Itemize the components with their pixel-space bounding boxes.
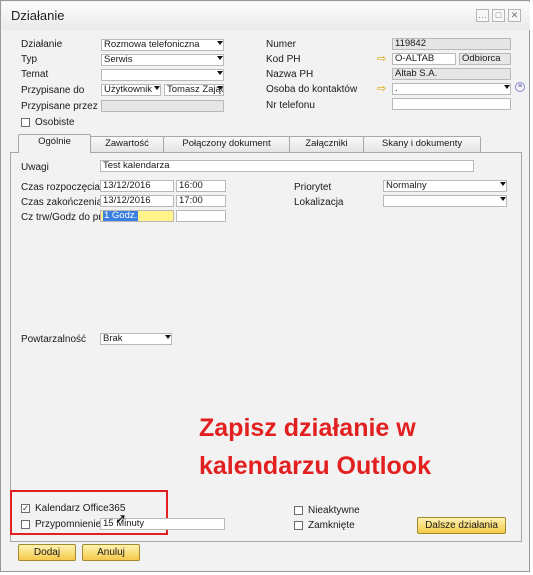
kalendarz-checkbox[interactable]: ✓ [21, 504, 30, 513]
przypisane-user-value: Tomasz Zając [164, 84, 224, 96]
osoba-value: . [392, 83, 511, 95]
numer-label: Numer [266, 39, 297, 50]
annotation-text: Zapisz działanie w kalendarzu Outlook [199, 409, 489, 485]
typ-select[interactable]: Serwis [101, 54, 224, 66]
tab-label: Ogólnie [38, 136, 71, 147]
chevron-down-icon [154, 86, 160, 90]
tab-polaczony-dokument[interactable]: Połączony dokument [163, 136, 290, 152]
przypomnienie-label: Przypomnienie [35, 519, 102, 530]
kod-ph-type: Odbiorca [459, 53, 511, 65]
kod-ph-field[interactable]: O-ALTAB [392, 53, 456, 65]
annotation-line-2: kalendarzu Outlook [199, 452, 431, 480]
tab-label: Skany i dokumenty [381, 138, 463, 149]
lokalizacja-value [383, 195, 507, 207]
uwagi-label: Uwagi [21, 162, 49, 173]
uwagi-field[interactable]: Test kalendarza [100, 160, 474, 172]
window-title: Działanie [11, 8, 65, 23]
lokalizacja-label: Lokalizacja [294, 197, 344, 208]
annotation-line-1: Zapisz działanie w [199, 414, 416, 442]
tab-label: Załączniki [305, 138, 348, 149]
powtarzalnosc-value: Brak [100, 333, 172, 345]
zamkniete-checkbox[interactable] [294, 521, 303, 530]
nazwa-ph-field: Altab S.A. [392, 68, 511, 80]
chevron-down-icon [504, 85, 510, 89]
priorytet-value: Normalny [383, 180, 507, 192]
czas-trwania-selection: 1 Godz. [103, 210, 139, 221]
przypisane-przez-label: Przypisane przez [21, 101, 98, 112]
osobiste-label: Osobiste [35, 117, 75, 128]
contact-details-icon[interactable]: ≡ [515, 82, 525, 92]
typ-label: Typ [21, 54, 38, 65]
osoba-select[interactable]: . [392, 83, 511, 95]
chevron-down-icon [165, 335, 171, 339]
dalsze-dzialania-button[interactable]: Dalsze działania [417, 517, 506, 534]
chevron-down-icon [217, 41, 223, 45]
end-time-field[interactable]: 17:00 [176, 195, 226, 207]
dzialanie-label: Działanie [21, 39, 63, 50]
tab-zawartosc[interactable]: Zawartość [90, 136, 164, 152]
tab-skany-i-dokumenty[interactable]: Skany i dokumenty [363, 136, 481, 152]
dzialanie-value: Rozmowa telefoniczna [101, 39, 224, 51]
nieaktywne-checkbox[interactable] [294, 506, 303, 515]
czas-rozpoczecia-label: Czas rozpoczęcia [21, 182, 100, 193]
mouse-cursor-icon: ➚ [115, 510, 127, 526]
title-bar[interactable]: Działanie … □ ✕ [2, 2, 530, 30]
nr-telefonu-field[interactable] [392, 98, 511, 110]
priorytet-label: Priorytet [294, 182, 332, 193]
dzialanie-select[interactable]: Rozmowa telefoniczna [101, 39, 224, 51]
minimize-button[interactable]: … [476, 9, 489, 22]
czas-trwania-unit-field[interactable] [176, 210, 226, 222]
tab-label: Zawartość [105, 138, 149, 149]
chevron-down-icon [500, 182, 506, 186]
przypomnienie-checkbox[interactable] [21, 520, 30, 529]
nr-telefonu-label: Nr telefonu [266, 100, 315, 111]
tab-label: Połączony dokument [182, 138, 271, 149]
priorytet-select[interactable]: Normalny [383, 180, 507, 192]
powtarzalnosc-label: Powtarzalność [21, 334, 87, 345]
czas-trwania-field[interactable]: 1 Godz. [100, 210, 174, 222]
dodaj-button[interactable]: Dodaj [18, 544, 76, 561]
lokalizacja-select[interactable] [383, 195, 507, 207]
czas-zakonczenia-label: Czas zakończenia [21, 197, 103, 208]
nazwa-ph-label: Nazwa PH [266, 69, 314, 80]
powtarzalnosc-select[interactable]: Brak [100, 333, 172, 345]
przypisane-user-select[interactable]: Tomasz Zając [164, 84, 224, 96]
czas-trwania-label: Cz trw/Godz do pr [21, 212, 102, 223]
dialog-window: Działanie … □ ✕ Działanie Rozmowa telefo… [0, 0, 530, 572]
tab-zalaczniki[interactable]: Załączniki [289, 136, 364, 152]
osobiste-checkbox[interactable] [21, 118, 30, 127]
link-arrow-icon[interactable]: ⇨ [377, 82, 386, 95]
typ-value: Serwis [101, 54, 224, 66]
link-arrow-icon[interactable]: ⇨ [377, 52, 386, 65]
kod-ph-label: Kod PH [266, 54, 301, 65]
przypisane-przez-field [101, 100, 224, 112]
temat-value [101, 69, 224, 81]
temat-label: Temat [21, 69, 49, 80]
start-date-field[interactable]: 13/12/2016 [100, 180, 174, 192]
przypisane-typ-select[interactable]: Użytkownik [101, 84, 161, 96]
kalendarz-label: Kalendarz Office365 [35, 503, 126, 514]
tab-ogolnie[interactable]: Ogólnie [18, 134, 91, 153]
osoba-label: Osoba do kontaktów [266, 84, 358, 95]
start-time-field[interactable]: 16:00 [176, 180, 226, 192]
chevron-down-icon [500, 197, 506, 201]
anuluj-button[interactable]: Anuluj [82, 544, 140, 561]
numer-field: 119842 [392, 38, 511, 50]
zamkniete-label: Zamknięte [308, 520, 355, 531]
chevron-down-icon [217, 86, 223, 90]
end-date-field[interactable]: 13/12/2016 [100, 195, 174, 207]
nieaktywne-label: Nieaktywne [308, 505, 360, 516]
przypisane-typ-value: Użytkownik [101, 84, 161, 96]
chevron-down-icon [217, 56, 223, 60]
temat-select[interactable] [101, 69, 224, 81]
chevron-down-icon [217, 71, 223, 75]
close-button[interactable]: ✕ [508, 9, 521, 22]
przypisane-do-label: Przypisane do [21, 85, 85, 96]
maximize-button[interactable]: □ [492, 9, 505, 22]
